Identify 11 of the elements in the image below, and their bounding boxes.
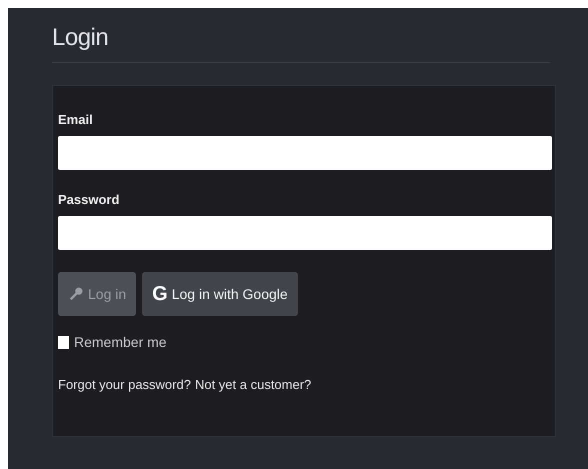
text-link[interactable]: Forgot your password? — [58, 377, 191, 392]
text-link[interactable]: Not yet a customer? — [194, 377, 312, 392]
field-label: Email — [58, 112, 93, 127]
key-icon — [68, 286, 84, 302]
field-label: Password — [58, 192, 120, 207]
page-title: Login — [52, 24, 110, 53]
remember-label: Remember me — [74, 334, 167, 350]
input-field[interactable] — [58, 136, 552, 170]
input-field[interactable] — [58, 216, 552, 250]
google-login-button[interactable]: G Log in with Google — [142, 272, 298, 316]
remember-checkbox[interactable] — [58, 336, 69, 348]
